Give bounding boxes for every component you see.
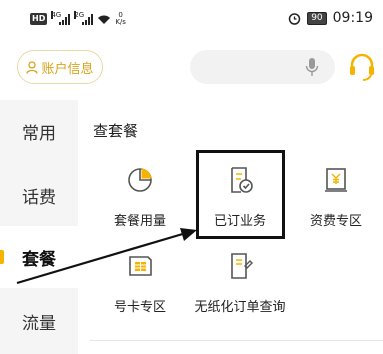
active-indicator	[0, 250, 4, 264]
status-left: HD 4G 2G 0 K/s	[30, 11, 126, 26]
annotation-highlight-box	[196, 150, 285, 239]
tile-label: 套餐用量	[113, 214, 166, 229]
sidebar-item-phone-fee[interactable]: 话费	[0, 164, 78, 226]
signal-4g-icon: 4G	[51, 11, 71, 25]
section-title: 查套餐	[93, 122, 139, 140]
pie-chart-icon	[128, 168, 152, 192]
network-type-label: 4G	[51, 11, 62, 19]
tile-label: 无纸化订单查询	[194, 300, 286, 315]
sidebar-item-plan[interactable]: 套餐	[0, 226, 78, 288]
customer-service-icon[interactable]	[348, 52, 376, 82]
paperless-order-icon	[231, 253, 253, 279]
status-bar: HD 4G 2G 0 K/s 90 09:19	[0, 0, 383, 40]
battery-indicator: 90	[307, 11, 327, 25]
status-right: 90 09:19	[288, 10, 373, 26]
sidebar-item-label: 流量	[22, 313, 56, 334]
wifi-icon	[98, 15, 111, 24]
sidebar-item-label: 套餐	[22, 249, 56, 270]
alarm-icon	[288, 12, 301, 25]
sidebar-item-label: 常用	[22, 123, 56, 144]
user-icon	[26, 60, 39, 74]
network-type-label: 2G	[74, 11, 85, 19]
clock: 09:19	[332, 10, 373, 26]
signal-2g-icon: 2G	[74, 11, 94, 25]
network-speed: 0 K/s	[115, 12, 126, 26]
tile-label: 号卡专区	[113, 300, 166, 315]
account-info-label: 账户信息	[41, 61, 94, 77]
hd-badge: HD	[30, 13, 48, 25]
tile-paperless-order-query[interactable]: 无纸化订单查询	[190, 252, 290, 322]
tile-tariff-zone[interactable]: 资费专区	[286, 166, 383, 236]
tile-label: 资费专区	[309, 214, 362, 229]
category-sidebar: 常用 话费 套餐 流量	[0, 100, 78, 354]
sidebar-item-common[interactable]: 常用	[0, 100, 78, 162]
sidebar-item-data[interactable]: 流量	[0, 290, 78, 352]
microphone-icon[interactable]	[305, 57, 319, 77]
sim-card-icon	[129, 256, 152, 276]
speed-unit: K/s	[115, 18, 126, 26]
search-input[interactable]	[190, 50, 335, 84]
section-divider	[90, 340, 383, 341]
yuan-document-icon	[325, 168, 347, 192]
tile-sim-card-zone[interactable]: 号卡专区	[90, 252, 190, 322]
account-info-button[interactable]: 账户信息	[17, 50, 103, 84]
sidebar-item-label: 话费	[22, 187, 56, 208]
tile-plan-usage[interactable]: 套餐用量	[90, 166, 190, 236]
